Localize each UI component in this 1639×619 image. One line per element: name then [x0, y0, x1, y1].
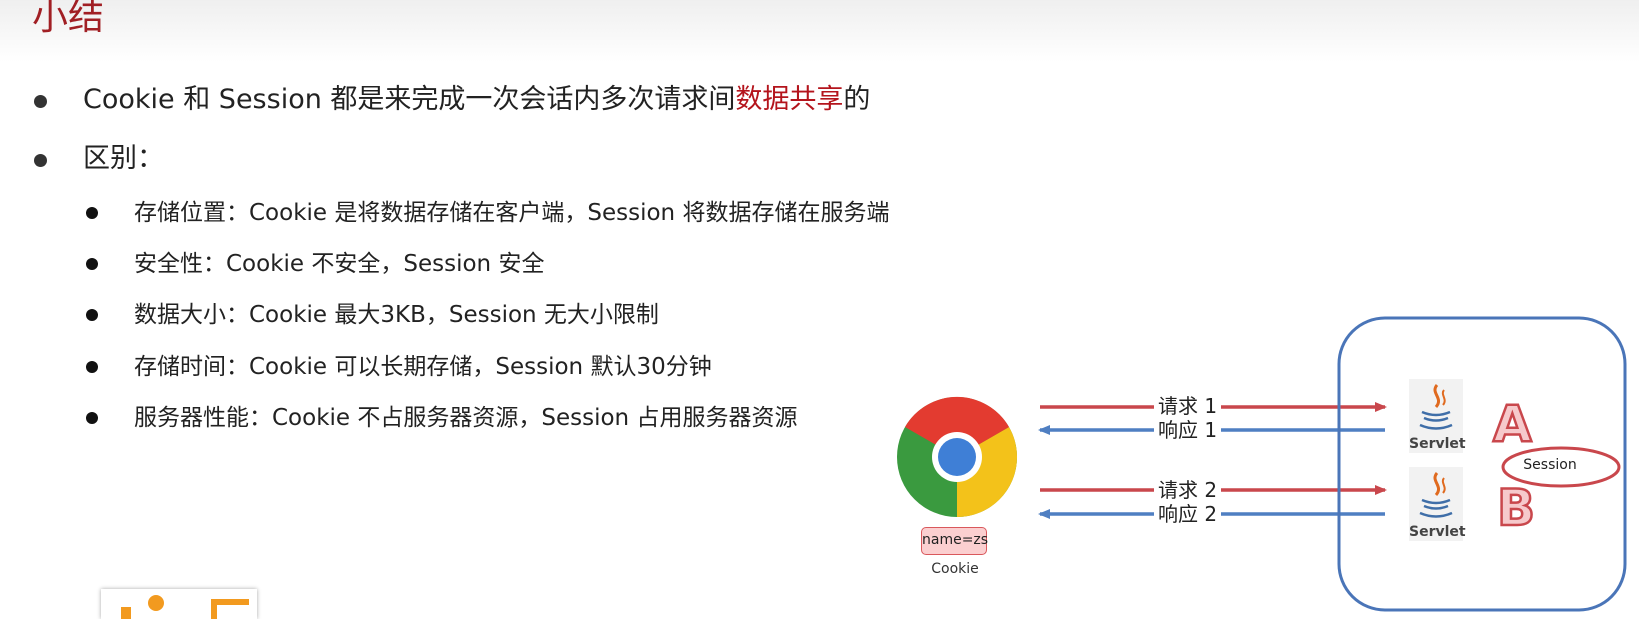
- cookie-value-tag: name=zs: [921, 527, 988, 555]
- chrome-icon: [897, 396, 1018, 518]
- cookie-session-diagram: [897, 316, 1627, 612]
- request-1-label: 请求 1: [1154, 395, 1222, 417]
- servlet-label-a: Servlet: [1409, 436, 1466, 452]
- response-1-label: 响应 1: [1154, 419, 1222, 441]
- server-letter-b: B: [1496, 479, 1537, 537]
- server-letter-a: A: [1492, 395, 1533, 453]
- session-label: Session: [1523, 457, 1577, 473]
- request-2-label: 请求 2: [1154, 479, 1222, 501]
- servlet-label-b: Servlet: [1409, 524, 1466, 540]
- response-2-label: 响应 2: [1154, 503, 1222, 525]
- cookie-label: Cookie: [931, 561, 979, 577]
